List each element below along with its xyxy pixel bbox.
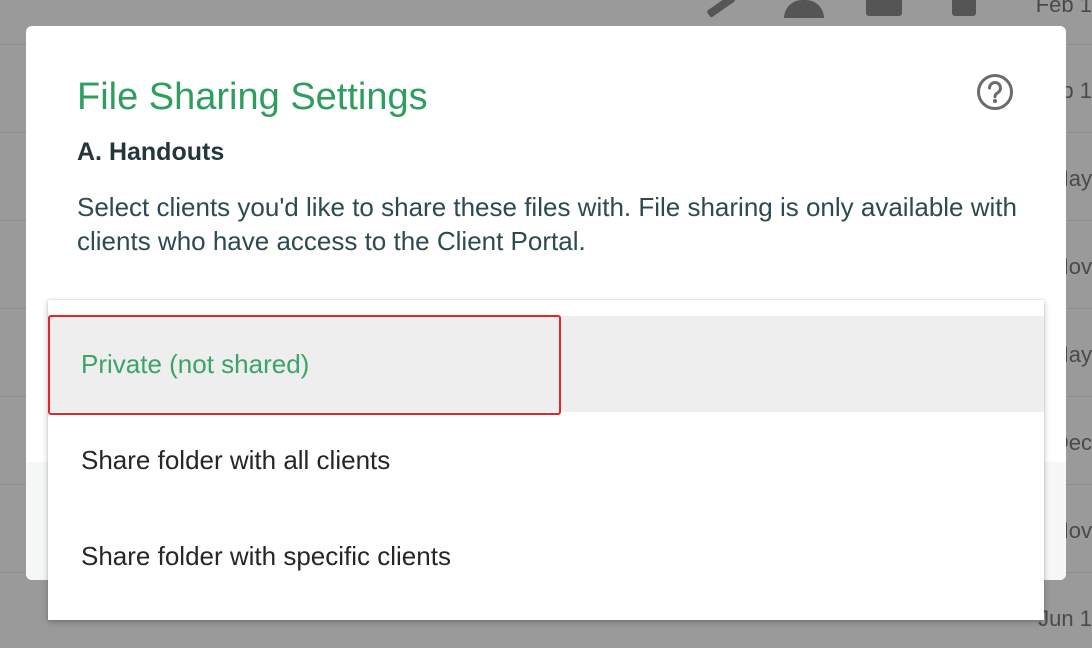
users-icon bbox=[784, 0, 824, 18]
option-share-all-clients[interactable]: Share folder with all clients bbox=[48, 412, 1044, 508]
row-date: Jun 1 bbox=[1038, 606, 1092, 631]
trash-icon bbox=[952, 0, 976, 16]
option-private[interactable]: Private (not shared) bbox=[48, 316, 1044, 412]
option-share-specific-clients[interactable]: Share folder with specific clients bbox=[48, 508, 1044, 604]
question-circle-icon[interactable] bbox=[976, 73, 1014, 111]
modal-description: Select clients you'd like to share these… bbox=[77, 192, 1017, 256]
pencil-icon bbox=[706, 0, 736, 18]
row-date: Feb 1 bbox=[1035, 0, 1092, 17]
modal-title: File Sharing Settings bbox=[77, 76, 428, 118]
folder-name: A. Handouts bbox=[77, 138, 225, 166]
move-icon bbox=[866, 0, 902, 16]
sharing-options-menu: Private (not shared) Share folder with a… bbox=[48, 300, 1044, 620]
